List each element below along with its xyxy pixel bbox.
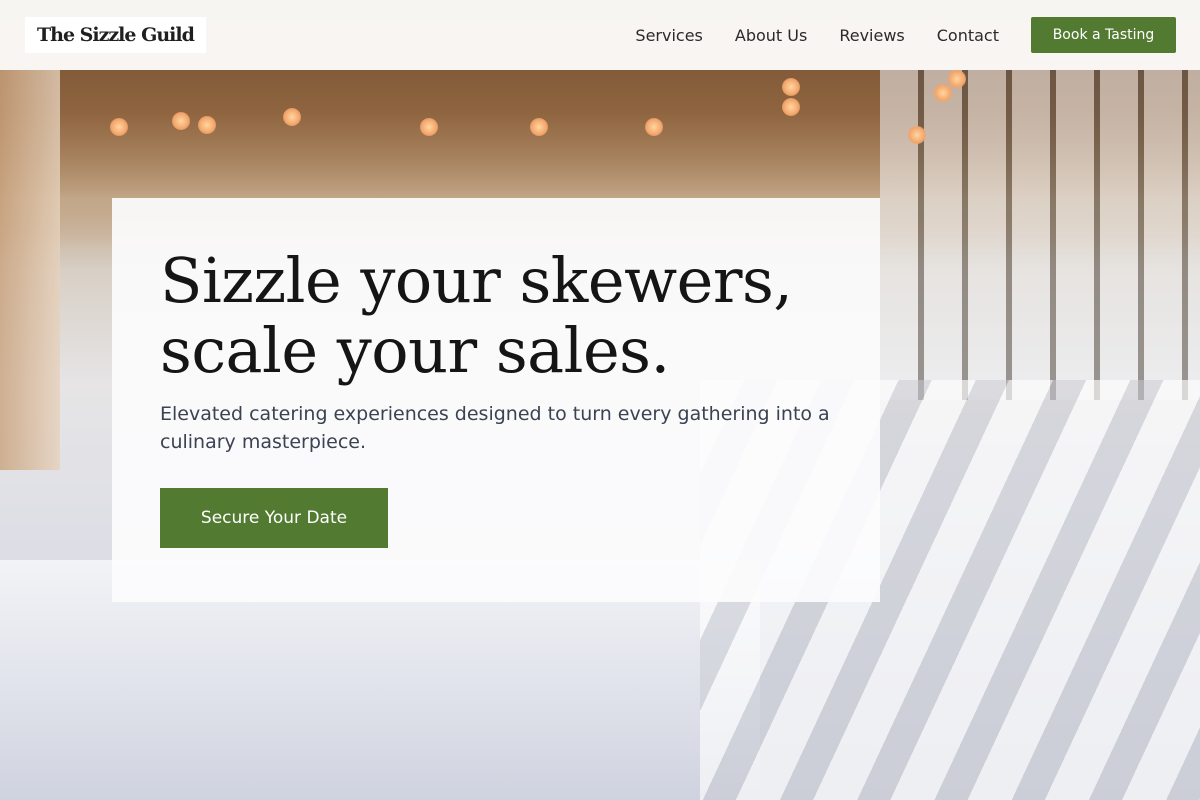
hero-subtitle: Elevated catering experiences designed t… <box>160 403 830 453</box>
bokeh-light <box>283 108 301 126</box>
bokeh-light <box>948 70 966 88</box>
bokeh-light <box>530 118 548 136</box>
secure-date-button[interactable]: Secure Your Date <box>160 488 388 548</box>
bokeh-light <box>908 126 926 144</box>
bokeh-light <box>934 84 952 102</box>
nav-link-about-us[interactable]: About Us <box>735 26 807 45</box>
hero-title: Sizzle your skewers, scale your sales. <box>160 246 832 386</box>
page: The Sizzle Guild Services About Us Revie… <box>0 0 1200 800</box>
nav-link-services[interactable]: Services <box>635 26 702 45</box>
bokeh-light <box>110 118 128 136</box>
navbar: The Sizzle Guild Services About Us Revie… <box>0 0 1200 70</box>
bokeh-light <box>198 116 216 134</box>
bokeh-light <box>645 118 663 136</box>
hero-title-line-1: Sizzle your skewers, <box>160 244 793 317</box>
nav-link-contact[interactable]: Contact <box>937 26 999 45</box>
bokeh-light <box>782 78 800 96</box>
bokeh-light <box>420 118 438 136</box>
hero-card: Sizzle your skewers, scale your sales. E… <box>112 198 880 602</box>
brand-logo[interactable]: The Sizzle Guild <box>25 17 206 53</box>
background-pillar <box>0 70 60 470</box>
hero-title-line-2: scale your sales. <box>160 314 670 387</box>
bokeh-light <box>782 98 800 116</box>
background-windows <box>880 70 1200 400</box>
bokeh-light <box>172 112 190 130</box>
nav-link-reviews[interactable]: Reviews <box>839 26 904 45</box>
nav-links: Services About Us Reviews Contact <box>635 26 999 45</box>
book-tasting-button[interactable]: Book a Tasting <box>1031 17 1176 53</box>
